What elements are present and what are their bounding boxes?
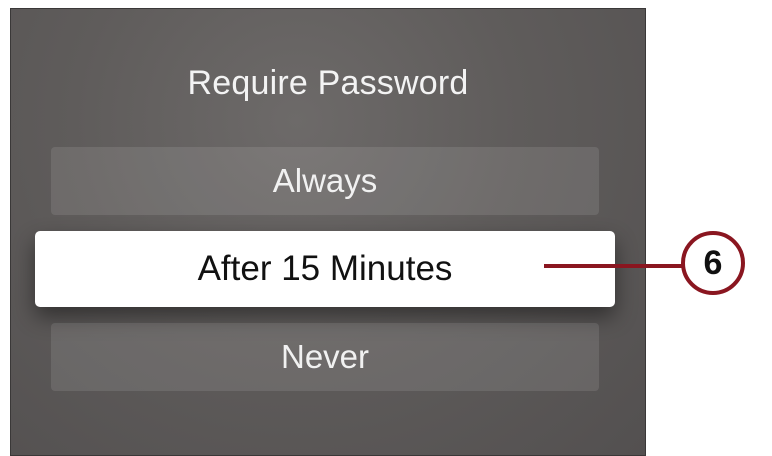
tv-settings-screen: Require Password Always After 15 Minutes…: [10, 8, 646, 456]
callout-number: 6: [703, 243, 723, 282]
option-always[interactable]: Always: [51, 147, 599, 215]
callout-line: [544, 264, 682, 268]
option-label: Always: [272, 162, 378, 199]
option-label: Never: [280, 338, 370, 375]
option-after-15-minutes[interactable]: After 15 Minutes: [35, 231, 615, 307]
callout-number-badge: 6: [681, 231, 745, 295]
page-title: Require Password: [187, 64, 469, 102]
option-label: After 15 Minutes: [197, 249, 453, 288]
option-never[interactable]: Never: [51, 323, 599, 391]
